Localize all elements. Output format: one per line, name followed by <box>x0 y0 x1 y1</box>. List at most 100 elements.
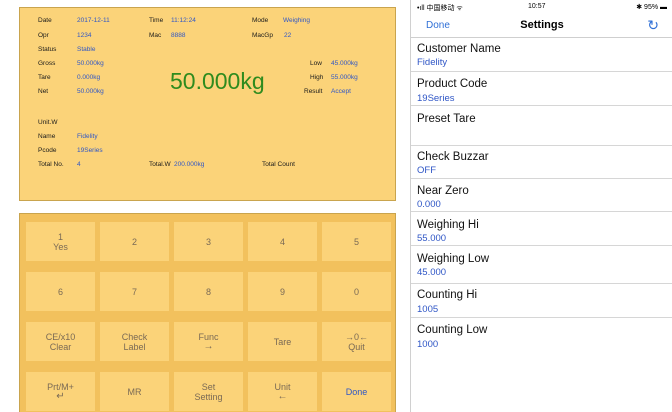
battery-indicator: ✱ 95% ▬ <box>636 4 667 11</box>
setting-label: Counting Low <box>417 324 488 336</box>
key-8[interactable]: 8 <box>174 272 243 311</box>
key-label: Prt/M+ <box>47 381 74 392</box>
main-weight-readout: 50.000kg <box>170 68 265 94</box>
macgp-value: 22 <box>284 32 292 39</box>
time-label: Time <box>149 17 164 24</box>
navigation-bar: Done Settings ↻ <box>411 14 672 38</box>
key-label: CE/x10 <box>45 331 76 342</box>
scale-display-panel: Date 2017-12-11 Time 11:12:24 Mode Weigh… <box>19 7 396 201</box>
setting-label: Counting Hi <box>417 289 478 301</box>
key-9[interactable]: 9 <box>248 272 317 311</box>
zero-icon: →0← <box>344 331 368 342</box>
key-label: Func <box>198 331 219 342</box>
key-sublabel: Yes <box>53 241 68 252</box>
gross-value: 50.000kg <box>77 60 104 67</box>
set-setting-button[interactable]: Set Setting <box>174 372 243 411</box>
setting-value: 1005 <box>417 304 439 315</box>
opr-value: 1234 <box>77 32 92 39</box>
setting-label: Weighing Low <box>417 253 490 265</box>
enter-icon: ↵ <box>56 390 65 402</box>
key-label: 0 <box>353 286 359 297</box>
pcode-label: Pcode <box>38 147 57 154</box>
key-label: 6 <box>57 286 63 297</box>
carrier-signal: •ıll 中国移动 ᯤ <box>417 5 463 12</box>
high-value: 55.000kg <box>331 74 358 81</box>
net-value: 50.000kg <box>77 88 104 95</box>
key-4[interactable]: 4 <box>248 222 317 261</box>
total-w-value: 200.000kg <box>174 161 205 168</box>
low-label: Low <box>310 60 322 67</box>
key-label: 9 <box>279 286 285 297</box>
mode-value: Weighing <box>283 17 310 24</box>
key-label: Tare <box>273 336 292 347</box>
setting-value: 55.000 <box>417 233 447 244</box>
name-label: Name <box>38 133 56 140</box>
unitw-label: Unit.W <box>38 119 58 126</box>
gross-label: Gross <box>38 60 56 67</box>
mode-label: Mode <box>252 17 269 24</box>
key-sublabel: Setting <box>194 391 223 402</box>
key-label: Done <box>345 386 368 397</box>
total-no-value: 4 <box>77 161 81 168</box>
mac-label: Mac <box>149 32 162 39</box>
key-label: 1 <box>57 231 63 242</box>
setting-row-weighing-low[interactable]: Weighing Low 45.000 <box>411 246 672 284</box>
key-1-yes[interactable]: 1 Yes <box>26 222 95 261</box>
result-label: Result <box>304 88 323 95</box>
setting-row-check-buzzar[interactable]: Check Buzzar OFF <box>411 146 672 179</box>
nav-title: Settings <box>520 19 564 31</box>
setting-value: 45.000 <box>417 267 447 278</box>
arrow-right-icon: → <box>203 340 214 352</box>
key-label: 4 <box>279 236 285 247</box>
setting-row-weighing-hi[interactable]: Weighing Hi 55.000 <box>411 212 672 246</box>
date-label: Date <box>38 17 52 24</box>
time-value: 11:12:24 <box>171 17 196 24</box>
key-sublabel: Clear <box>49 341 72 352</box>
setting-row-customer-name[interactable]: Customer Name Fidelity <box>411 38 672 72</box>
date-value: 2017-12-11 <box>77 17 110 24</box>
tare-value: 0.000kg <box>77 74 101 81</box>
keypad: 1 Yes 2 3 4 5 6 7 8 9 0 CE/x10 Clear Che… <box>19 213 396 412</box>
tare-button[interactable]: Tare <box>248 322 317 361</box>
func-button[interactable]: Func → <box>174 322 243 361</box>
opr-label: Opr <box>38 32 49 39</box>
print-button[interactable]: Prt/M+ ↵ <box>26 372 95 411</box>
refresh-icon[interactable]: ↻ <box>647 17 659 34</box>
setting-label: Product Code <box>417 78 488 90</box>
net-label: Net <box>38 88 49 95</box>
arrow-left-icon: ← <box>277 390 288 402</box>
total-count-label: Total Count <box>262 161 295 168</box>
setting-value: 0.000 <box>417 199 441 210</box>
setting-row-near-zero[interactable]: Near Zero 0.000 <box>411 179 672 212</box>
status-value: Stable <box>77 46 96 53</box>
unit-button[interactable]: Unit ← <box>248 372 317 411</box>
setting-row-product-code[interactable]: Product Code 19Series <box>411 72 672 106</box>
setting-value: Fidelity <box>417 57 448 68</box>
clear-button[interactable]: CE/x10 Clear <box>26 322 95 361</box>
key-0[interactable]: 0 <box>322 272 391 311</box>
tare-label: Tare <box>38 74 51 81</box>
mac-value: 8888 <box>171 32 186 39</box>
key-label: 5 <box>353 236 359 247</box>
setting-value: OFF <box>417 165 436 176</box>
high-label: High <box>310 74 324 81</box>
setting-label: Check Buzzar <box>417 151 489 163</box>
key-6[interactable]: 6 <box>26 272 95 311</box>
key-label: Check <box>121 331 148 342</box>
setting-row-preset-tare[interactable]: Preset Tare <box>411 106 672 146</box>
key-5[interactable]: 5 <box>322 222 391 261</box>
setting-label: Weighing Hi <box>417 219 479 231</box>
key-label: 2 <box>131 236 137 247</box>
key-label: Unit <box>274 381 291 392</box>
setting-label: Near Zero <box>417 185 469 197</box>
key-3[interactable]: 3 <box>174 222 243 261</box>
key-7[interactable]: 7 <box>100 272 169 311</box>
setting-row-counting-hi[interactable]: Counting Hi 1005 <box>411 284 672 318</box>
key-2[interactable]: 2 <box>100 222 169 261</box>
setting-row-counting-low[interactable]: Counting Low 1000 <box>411 318 672 356</box>
check-label-button[interactable]: Check Label <box>100 322 169 361</box>
pcode-value: 19Series <box>77 147 103 154</box>
mr-button[interactable]: MR <box>100 372 169 411</box>
zero-quit-button[interactable]: →0← Quit <box>322 322 391 361</box>
done-key-button[interactable]: Done <box>322 372 391 411</box>
